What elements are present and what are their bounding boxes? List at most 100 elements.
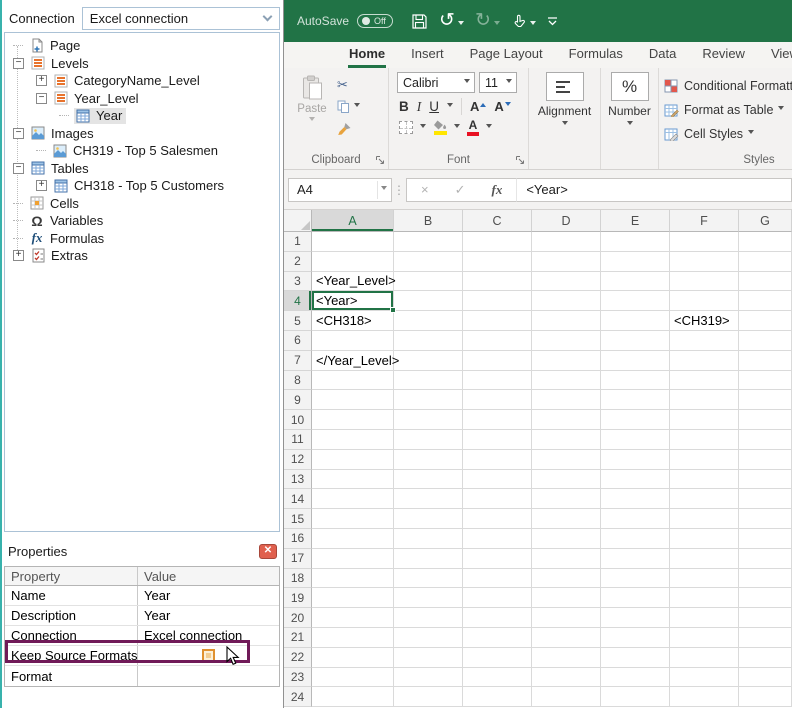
- grid-cell-F15[interactable]: [670, 509, 739, 529]
- grid-cell-D20[interactable]: [532, 608, 601, 628]
- alignment-button[interactable]: Alignment: [529, 68, 600, 169]
- grid-cell-F7[interactable]: [670, 351, 739, 371]
- grid-cell-E10[interactable]: [601, 410, 670, 430]
- tab-home[interactable]: Home: [336, 42, 398, 68]
- grid-cell-A13[interactable]: [312, 470, 394, 490]
- grid-cell-C11[interactable]: [463, 430, 532, 450]
- tree-item-tables[interactable]: −Tables: [5, 160, 279, 178]
- grid-cell-D23[interactable]: [532, 668, 601, 688]
- grid-cell-E11[interactable]: [601, 430, 670, 450]
- row-header-13[interactable]: 13: [284, 470, 312, 490]
- grid-cell-F1[interactable]: [670, 232, 739, 252]
- grid-cell-F11[interactable]: [670, 430, 739, 450]
- grid-cell-C19[interactable]: [463, 588, 532, 608]
- grid-cell-B6[interactable]: [394, 331, 463, 351]
- grid-cell-D7[interactable]: [532, 351, 601, 371]
- tree-item-extras[interactable]: +Extras: [5, 247, 279, 265]
- row-header-1[interactable]: 1: [284, 232, 312, 252]
- grid-cell-G6[interactable]: [739, 331, 792, 351]
- grid-cell-F10[interactable]: [670, 410, 739, 430]
- grid-cell-G2[interactable]: [739, 252, 792, 272]
- fill-color-button[interactable]: [433, 120, 447, 135]
- grid-cell-E20[interactable]: [601, 608, 670, 628]
- grid-cell-A10[interactable]: [312, 410, 394, 430]
- grid-cell-G11[interactable]: [739, 430, 792, 450]
- grid-cell-D5[interactable]: [532, 311, 601, 331]
- dialog-launcher-icon[interactable]: [515, 155, 525, 165]
- fill-handle[interactable]: [390, 307, 396, 313]
- tree-item-variables[interactable]: ΩVariables: [5, 212, 279, 230]
- grid-cell-G1[interactable]: [739, 232, 792, 252]
- grid-cell-A7[interactable]: </Year_Level>: [312, 351, 394, 371]
- grid-cell-E23[interactable]: [601, 668, 670, 688]
- row-header-16[interactable]: 16: [284, 529, 312, 549]
- grid-cell-D10[interactable]: [532, 410, 601, 430]
- row-header-4[interactable]: 4: [284, 291, 312, 311]
- grid-cell-A21[interactable]: [312, 628, 394, 648]
- grid-cell-C20[interactable]: [463, 608, 532, 628]
- decrease-font-button[interactable]: A: [494, 99, 510, 114]
- property-name-cell[interactable]: Format: [5, 666, 138, 686]
- chevron-down-icon[interactable]: [447, 103, 453, 110]
- grid-cell-G7[interactable]: [739, 351, 792, 371]
- grid-cell-B23[interactable]: [394, 668, 463, 688]
- grid-cell-G16[interactable]: [739, 529, 792, 549]
- grid-cell-E8[interactable]: [601, 371, 670, 391]
- grid-cell-F4[interactable]: [670, 291, 739, 311]
- grid-cell-B7[interactable]: [394, 351, 463, 371]
- property-name-cell[interactable]: Description: [5, 606, 138, 625]
- tab-formulas[interactable]: Formulas: [556, 42, 636, 68]
- tree-item-formulas[interactable]: fxFormulas: [5, 230, 279, 248]
- grid-cell-A15[interactable]: [312, 509, 394, 529]
- grid-cell-C6[interactable]: [463, 331, 532, 351]
- select-all-corner[interactable]: [284, 210, 312, 232]
- underline-button[interactable]: U: [429, 99, 439, 114]
- grid-cell-B8[interactable]: [394, 371, 463, 391]
- property-name-cell[interactable]: Connection: [5, 626, 138, 645]
- column-header-G[interactable]: G: [739, 210, 792, 232]
- cut-button[interactable]: ✂: [337, 77, 360, 92]
- grid-cell-D3[interactable]: [532, 272, 601, 292]
- cancel-icon[interactable]: ×: [421, 182, 429, 197]
- grid-cell-D1[interactable]: [532, 232, 601, 252]
- grid-cell-F18[interactable]: [670, 569, 739, 589]
- tree-node[interactable]: Extras: [29, 248, 92, 264]
- italic-button[interactable]: I: [417, 99, 422, 115]
- grid-cell-C13[interactable]: [463, 470, 532, 490]
- font-name-dropdown[interactable]: Calibri: [397, 72, 475, 93]
- close-icon[interactable]: ✕: [259, 544, 277, 559]
- grid-cell-E13[interactable]: [601, 470, 670, 490]
- column-header-A[interactable]: A: [312, 210, 394, 232]
- keep-source-formats-checkbox[interactable]: [202, 649, 215, 662]
- tab-insert[interactable]: Insert: [398, 42, 457, 68]
- grid-cell-D19[interactable]: [532, 588, 601, 608]
- grid-cell-A5[interactable]: <CH318>: [312, 311, 394, 331]
- grid-cell-B21[interactable]: [394, 628, 463, 648]
- grid-cell-D21[interactable]: [532, 628, 601, 648]
- property-row-format[interactable]: Format: [5, 666, 279, 686]
- grid-cell-A24[interactable]: [312, 687, 394, 707]
- tab-review[interactable]: Review: [689, 42, 758, 68]
- grid-cell-D18[interactable]: [532, 569, 601, 589]
- format-painter-button[interactable]: [337, 121, 360, 136]
- grid-cell-G23[interactable]: [739, 668, 792, 688]
- grid-cell-C9[interactable]: [463, 390, 532, 410]
- grid-cell-A14[interactable]: [312, 489, 394, 509]
- grid-cell-A23[interactable]: [312, 668, 394, 688]
- grid-cell-G19[interactable]: [739, 588, 792, 608]
- grid-cell-G8[interactable]: [739, 371, 792, 391]
- grid-cell-D8[interactable]: [532, 371, 601, 391]
- tree-node[interactable]: ΩVariables: [28, 213, 107, 229]
- column-header-B[interactable]: B: [394, 210, 463, 232]
- row-header-7[interactable]: 7: [284, 351, 312, 371]
- grid-cell-C10[interactable]: [463, 410, 532, 430]
- number-button[interactable]: % Number: [601, 68, 658, 169]
- column-header-F[interactable]: F: [670, 210, 739, 232]
- grid-cell-E5[interactable]: [601, 311, 670, 331]
- grid-cell-F8[interactable]: [670, 371, 739, 391]
- grid-cell-C18[interactable]: [463, 569, 532, 589]
- tree-node[interactable]: Year: [74, 108, 126, 124]
- chevron-down-icon[interactable]: [454, 124, 460, 131]
- grid-cell-G10[interactable]: [739, 410, 792, 430]
- autosave-toggle[interactable]: Off: [357, 14, 393, 28]
